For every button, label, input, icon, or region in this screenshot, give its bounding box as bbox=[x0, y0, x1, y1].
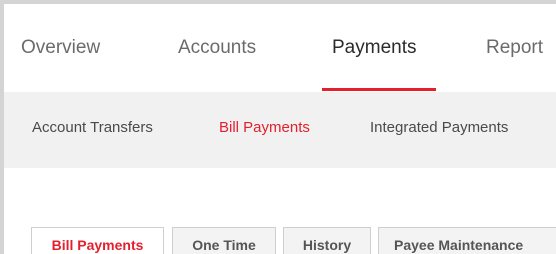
nav-accounts[interactable]: Accounts bbox=[178, 37, 256, 59]
nav-reports[interactable]: Report bbox=[486, 37, 543, 59]
active-nav-underline bbox=[322, 88, 436, 91]
content-area: Bill Payments One Time History Payee Mai… bbox=[4, 168, 556, 254]
tab-bill-payments[interactable]: Bill Payments bbox=[31, 227, 164, 254]
tab-payee-maintenance[interactable]: Payee Maintenance bbox=[378, 227, 556, 254]
tab-one-time[interactable]: One Time bbox=[172, 227, 276, 254]
subnav-integrated-payments[interactable]: Integrated Payments bbox=[370, 119, 508, 136]
app-frame: Overview Accounts Payments Report Accoun… bbox=[4, 4, 556, 254]
sub-navigation: Account Transfers Bill Payments Integrat… bbox=[4, 92, 556, 168]
nav-payments[interactable]: Payments bbox=[332, 37, 416, 59]
subnav-account-transfers[interactable]: Account Transfers bbox=[32, 119, 153, 136]
nav-overview[interactable]: Overview bbox=[21, 37, 100, 59]
subnav-bill-payments[interactable]: Bill Payments bbox=[219, 119, 310, 136]
top-navigation: Overview Accounts Payments Report bbox=[4, 4, 556, 92]
tab-history[interactable]: History bbox=[283, 227, 371, 254]
